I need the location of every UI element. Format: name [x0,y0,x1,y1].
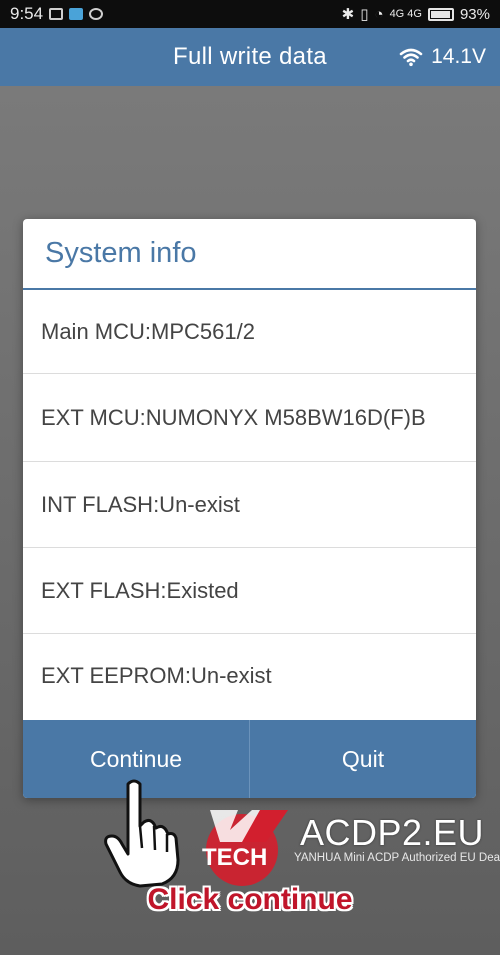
info-row-ext-mcu: EXT MCU:NUMONYX M58BW16D(F)B [23,374,476,462]
info-row-main-mcu: Main MCU:MPC561/2 [23,290,476,374]
video-icon [49,8,64,20]
battery-percent: 93% [459,5,490,23]
info-row-text: INT FLASH:Un-exist [41,491,240,517]
logo-tagline: YANHUA Mini ACDP Authorized EU Dealer [294,852,500,864]
vibrate-icon: ▯ [360,6,369,23]
alarm-icon [89,8,104,20]
info-row-text: Main MCU:MPC561/2 [41,318,255,344]
wifi-status-icon: ◔ [374,5,384,23]
app-notification-icon [69,8,84,20]
status-bar: 9:54 ✱ ▯ ◔ 4G 4G 93% [0,0,500,28]
voltage-indicator: 14.1V [399,28,486,86]
bluetooth-icon: ✱ [341,6,355,23]
status-time: 9:54 [10,4,44,23]
info-row-text: EXT FLASH:Existed [41,577,239,603]
instruction-caption: Click continue [147,883,353,916]
page-title: Full write data [173,43,327,70]
system-info-dialog: System info Main MCU:MPC561/2 EXT MCU:NU… [23,219,476,798]
logo-brand-text: ACDP2.EU [300,812,485,853]
app-bar: Full write data 14.1V [0,28,500,86]
voltage-value: 14.1V [431,45,486,68]
info-row-text: EXT MCU:NUMONYX M58BW16D(F)B [41,404,426,430]
logo-tech-text: TECH [202,844,268,871]
dialog-button-bar: Continue Quit [23,720,476,798]
wifi-icon [399,48,423,67]
network-indicator: 4G 4G [389,8,422,20]
info-row-text: EXT EEPROM:Un-exist [41,663,272,688]
info-row-int-flash: INT FLASH:Un-exist [23,462,476,548]
battery-icon [427,7,454,21]
dialog-title: System info [23,219,476,290]
hand-pointer-icon [104,779,180,888]
info-row-ext-flash: EXT FLASH:Existed [23,548,476,634]
quit-button[interactable]: Quit [250,720,476,798]
info-row-ext-eeprom: EXT EEPROM:Un-exist [23,634,476,718]
